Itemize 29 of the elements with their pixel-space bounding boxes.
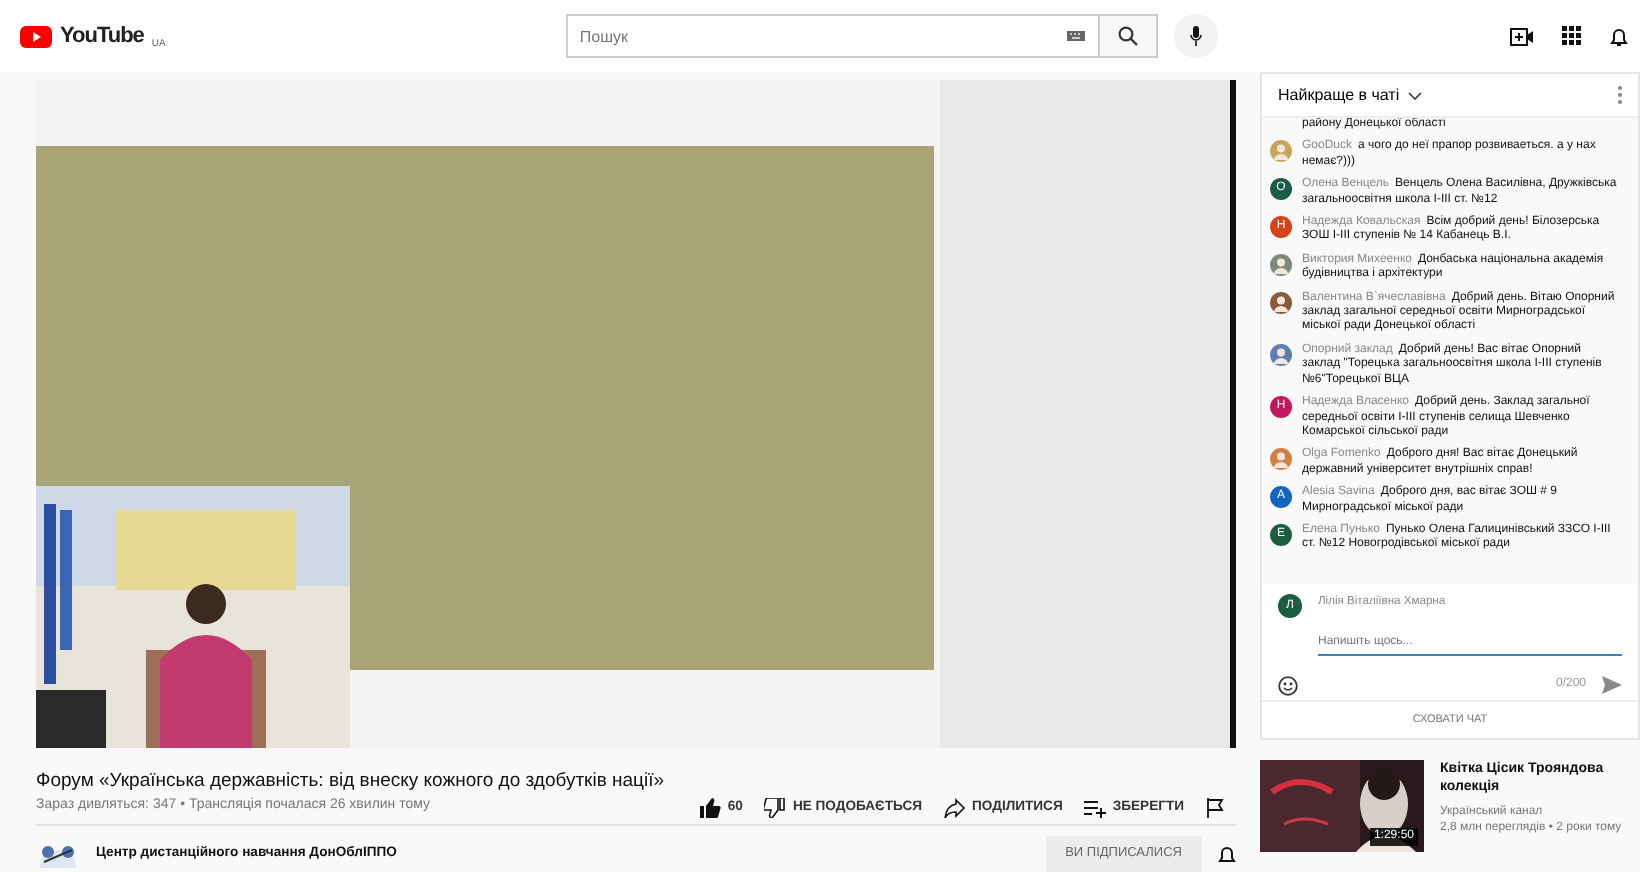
- search-button[interactable]: [1097, 14, 1158, 58]
- chat-mode-dropdown[interactable]: Найкраще в чаті: [1278, 83, 1422, 107]
- logo-icon[interactable]: [20, 25, 52, 47]
- keyboard-icon[interactable]: [1065, 30, 1086, 42]
- search-field[interactable]: Пошук: [565, 14, 1098, 58]
- grid-icon: [1562, 26, 1582, 46]
- share-arrow-icon: [944, 797, 967, 818]
- bell-icon: [1610, 25, 1628, 47]
- thumbs-down-icon: [764, 797, 787, 818]
- send-icon: [1602, 676, 1622, 695]
- report-button[interactable]: [1206, 797, 1228, 818]
- emoji-button[interactable]: [1278, 675, 1298, 696]
- search-icon: [1117, 26, 1138, 46]
- caret-icon: [1407, 91, 1422, 99]
- smiley-icon: [1278, 675, 1298, 696]
- bell-icon: [1218, 843, 1236, 864]
- thumbs-up-icon: [699, 797, 722, 818]
- microphone-button[interactable]: [1173, 14, 1218, 58]
- apps-button[interactable]: [1562, 26, 1582, 46]
- send-button[interactable]: [1602, 676, 1622, 695]
- video-camera-icon: [1510, 27, 1534, 45]
- video-title: Форум «Українська державність: від внеску кожного до здобутків нації»: [36, 768, 667, 796]
- microphone-icon: [1189, 26, 1202, 46]
- create-video-button[interactable]: [1510, 27, 1534, 45]
- logo-text[interactable]: YouTube: [60, 19, 144, 53]
- flag-icon: [1206, 797, 1228, 818]
- add-to-playlist-icon: [1084, 797, 1107, 818]
- notifications-button[interactable]: [1218, 843, 1236, 864]
- notifications-button[interactable]: [1610, 25, 1628, 47]
